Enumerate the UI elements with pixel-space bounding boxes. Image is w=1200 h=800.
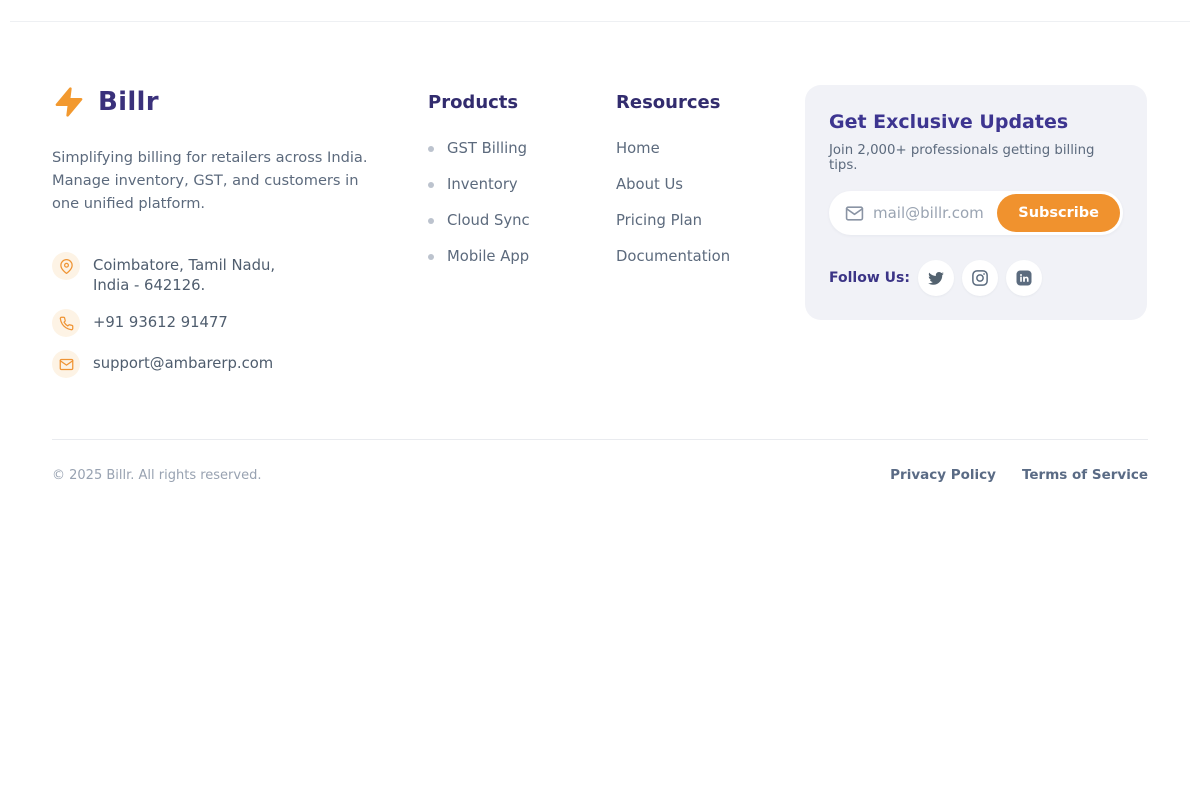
resources-link-pricing-plan[interactable]: Pricing Plan	[616, 213, 805, 228]
newsletter-card: Get Exclusive Updates Join 2,000+ profes…	[805, 85, 1147, 320]
newsletter-title: Get Exclusive Updates	[829, 111, 1123, 133]
top-divider	[10, 21, 1190, 22]
subscribe-button[interactable]: Subscribe	[997, 194, 1120, 232]
bullet-icon	[428, 218, 434, 224]
contact-address: Coimbatore, Tamil Nadu, India - 642126.	[52, 252, 428, 296]
envelope-icon	[52, 350, 80, 378]
products-column: Products GST Billing Inventory Cloud Syn…	[428, 85, 616, 285]
products-list: GST Billing Inventory Cloud Sync Mobile …	[428, 141, 616, 264]
linkedin-icon	[1015, 269, 1033, 287]
footer: Billr Simplifying billing for retailers …	[0, 0, 1200, 378]
products-link-mobile-app[interactable]: Mobile App	[428, 249, 616, 264]
resources-link-home[interactable]: Home	[616, 141, 805, 156]
brand-name: Billr	[98, 87, 159, 117]
contact-phone-text: +91 93612 91477	[93, 309, 228, 333]
newsletter-email-pill: Subscribe	[829, 191, 1123, 235]
contact-email-text: support@ambarerp.com	[93, 350, 273, 374]
resources-link-about-us[interactable]: About Us	[616, 177, 805, 192]
lightning-bolt-icon	[52, 85, 86, 119]
follow-us-label: Follow Us:	[829, 270, 910, 286]
bullet-icon	[428, 146, 434, 152]
linkedin-button[interactable]	[1006, 260, 1042, 296]
resources-link-documentation[interactable]: Documentation	[616, 249, 805, 264]
resources-list: Home About Us Pricing Plan Documentation	[616, 141, 805, 264]
twitter-button[interactable]	[918, 260, 954, 296]
contact-email: support@ambarerp.com	[52, 350, 428, 378]
brand-column: Billr Simplifying billing for retailers …	[52, 85, 428, 378]
bottom-links: Privacy Policy Terms of Service	[890, 467, 1148, 483]
products-title: Products	[428, 92, 616, 113]
brand-description: Simplifying billing for retailers across…	[52, 146, 368, 215]
resources-title: Resources	[616, 92, 805, 113]
newsletter-email-input[interactable]	[873, 204, 997, 222]
bottom-bar: © 2025 Billr. All rights reserved. Priva…	[52, 440, 1148, 483]
instagram-icon	[971, 269, 989, 287]
brand-logo: Billr	[52, 85, 428, 119]
copyright-text: © 2025 Billr. All rights reserved.	[52, 468, 261, 483]
privacy-policy-link[interactable]: Privacy Policy	[890, 467, 996, 483]
terms-of-service-link[interactable]: Terms of Service	[1022, 467, 1148, 483]
contact-address-text: Coimbatore, Tamil Nadu, India - 642126.	[93, 252, 275, 296]
contact-list: Coimbatore, Tamil Nadu, India - 642126. …	[52, 252, 428, 378]
resources-column: Resources Home About Us Pricing Plan Doc…	[616, 85, 805, 285]
bullet-icon	[428, 182, 434, 188]
contact-phone: +91 93612 91477	[52, 309, 428, 337]
phone-icon	[52, 309, 80, 337]
products-link-inventory[interactable]: Inventory	[428, 177, 616, 192]
newsletter-subtitle: Join 2,000+ professionals getting billin…	[829, 143, 1123, 173]
products-link-cloud-sync[interactable]: Cloud Sync	[428, 213, 616, 228]
location-pin-icon	[52, 252, 80, 280]
instagram-button[interactable]	[962, 260, 998, 296]
mail-icon	[845, 204, 864, 223]
products-link-gst-billing[interactable]: GST Billing	[428, 141, 616, 156]
bullet-icon	[428, 254, 434, 260]
follow-row: Follow Us:	[829, 260, 1123, 296]
twitter-icon	[927, 269, 945, 287]
